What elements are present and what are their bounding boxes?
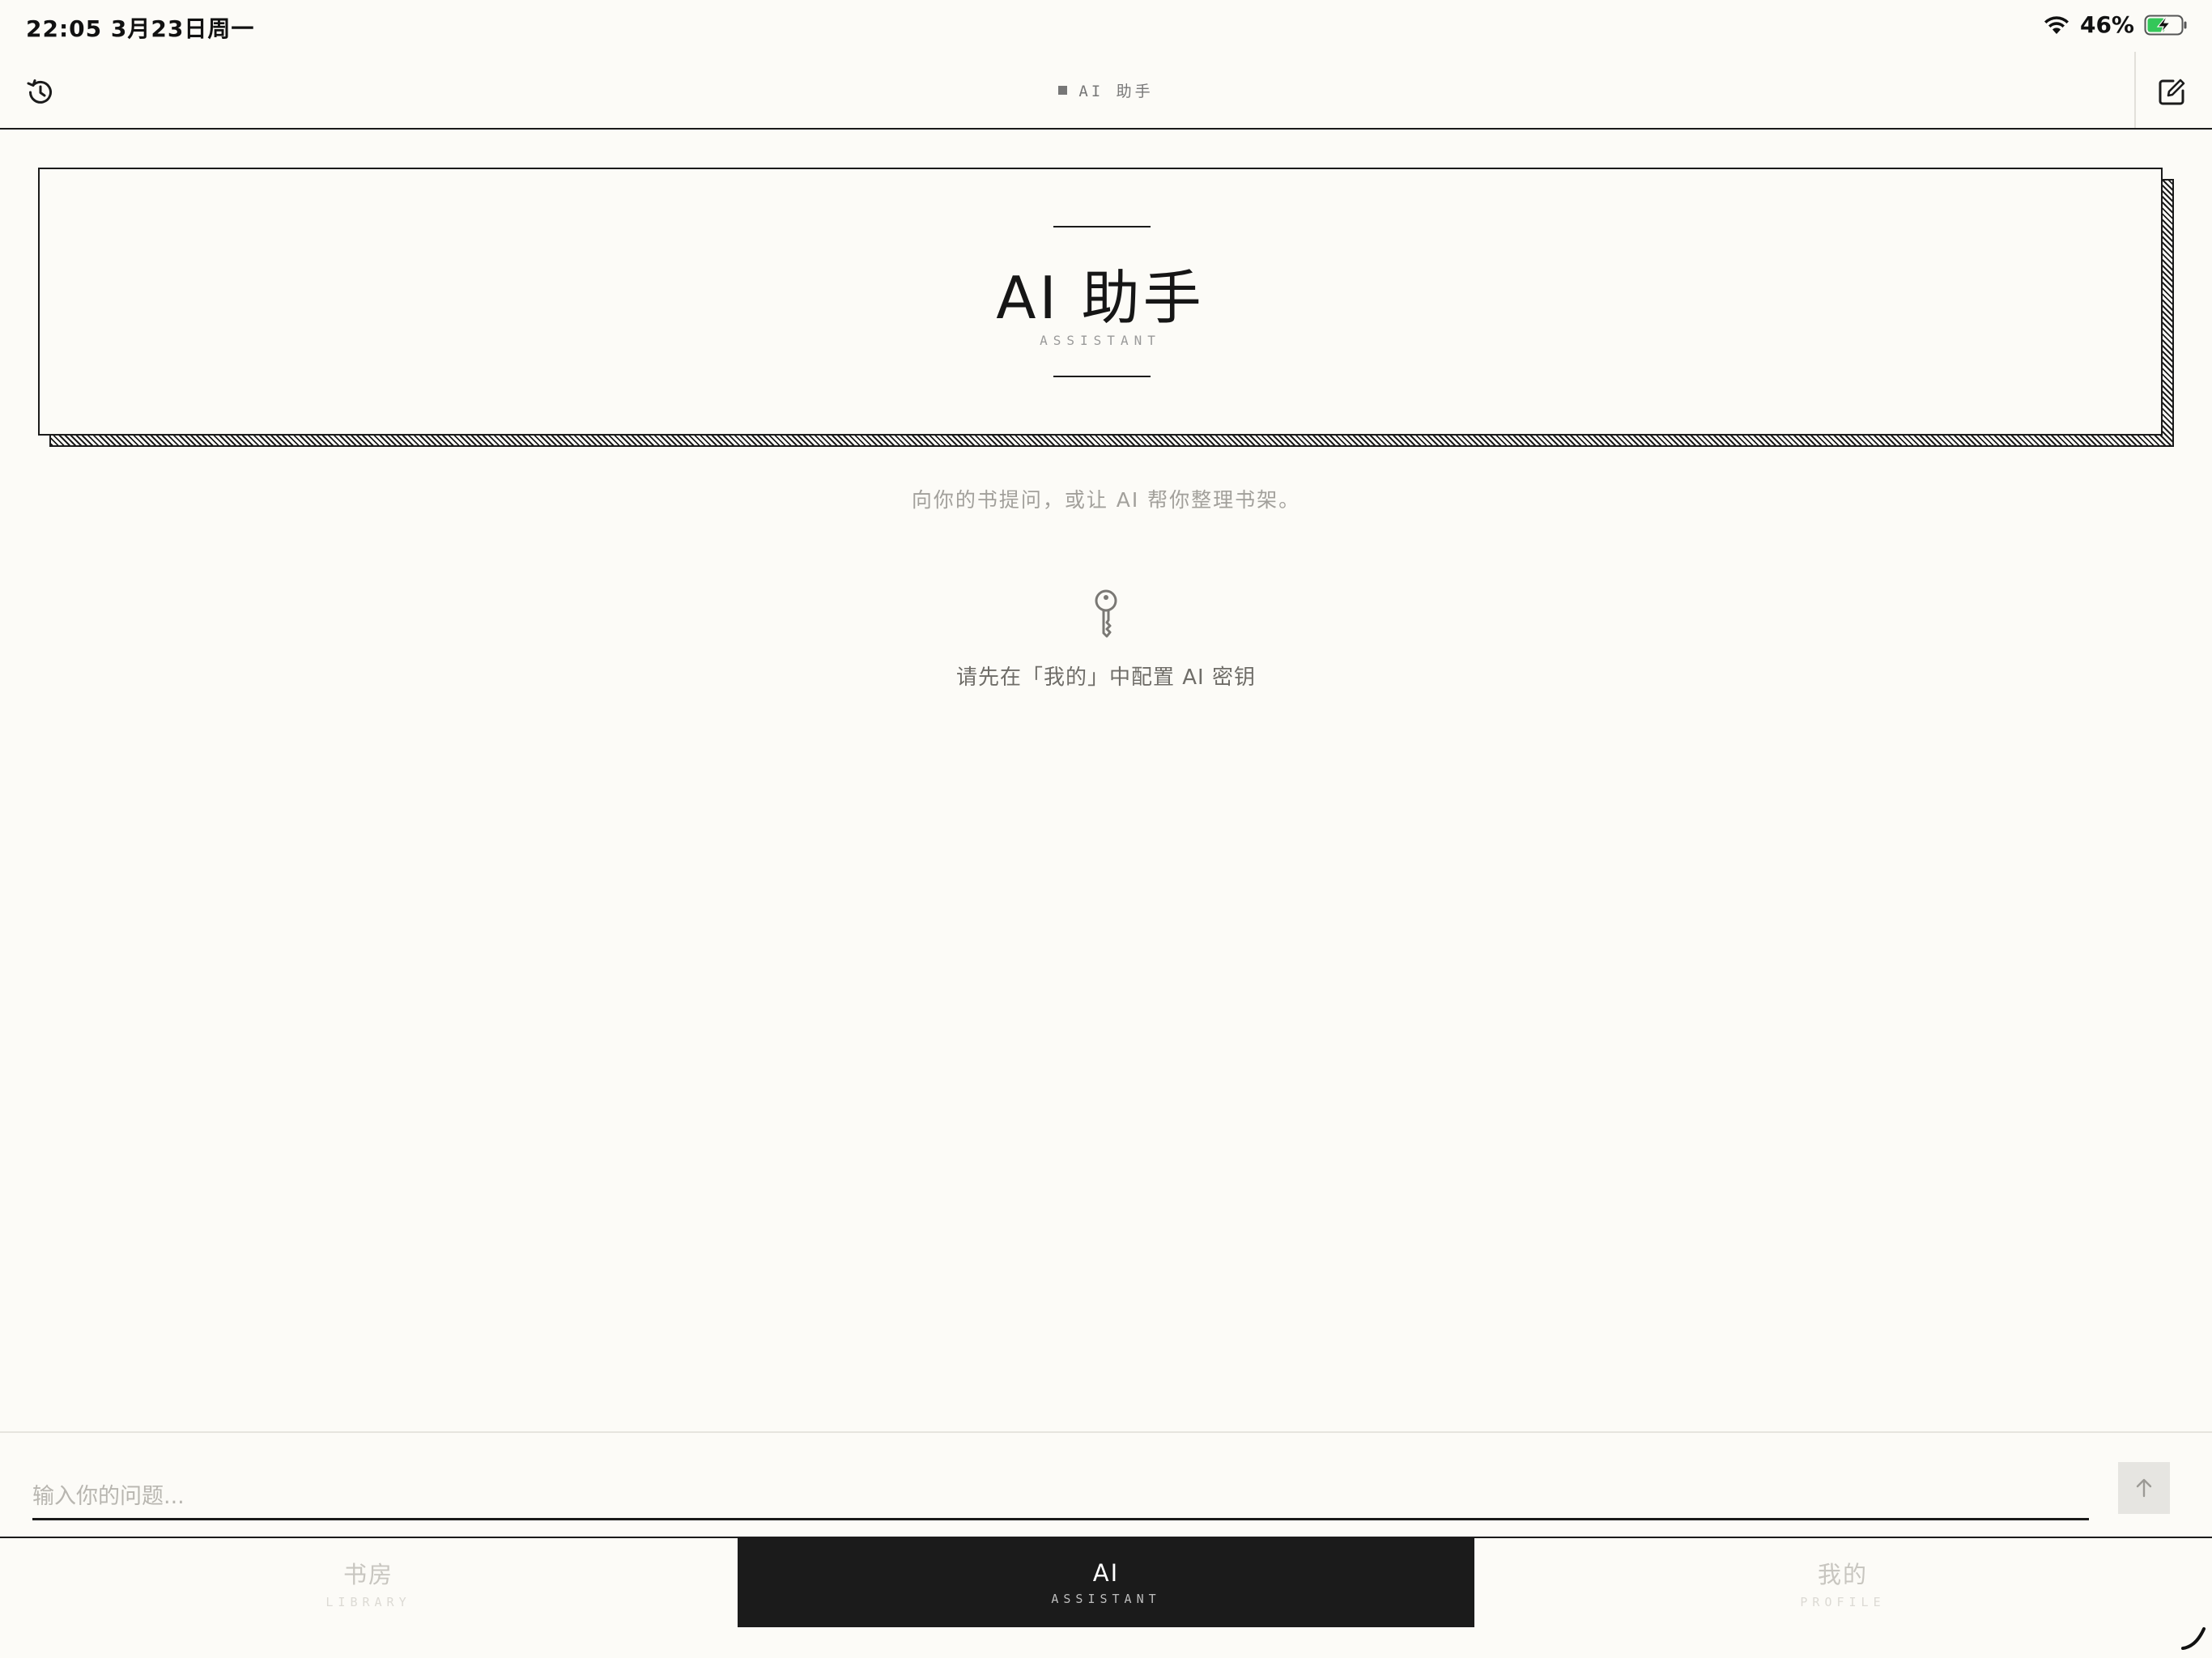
compose-button[interactable] [2152, 73, 2191, 112]
battery-percent: 46% [2079, 11, 2134, 38]
header-subtitle: ASSISTANT [1040, 333, 1161, 348]
tab-label: 书房 [342, 1561, 393, 1588]
tab-sublabel: PROFILE [1800, 1595, 1886, 1609]
header-rule-bottom [1053, 376, 1151, 377]
header-rule-top [1053, 226, 1151, 227]
top-bar: AI 助手 [0, 52, 2212, 130]
tab-sublabel: LIBRARY [325, 1595, 411, 1609]
status-bar: 22:05 3月23日周一 46% [0, 0, 2212, 52]
tab-bar: 书房 LIBRARY AI ASSISTANT 我的 PROFILE [0, 1537, 2212, 1627]
tab-assistant[interactable]: AI ASSISTANT [738, 1538, 1474, 1627]
input-divider [0, 1431, 2212, 1433]
status-indicators: 46% [2043, 11, 2188, 38]
tab-label: 我的 [1817, 1561, 1868, 1588]
battery-charging-icon [2144, 15, 2188, 36]
arrow-up-icon [2136, 1478, 2152, 1498]
header-title: AI 助手 [996, 264, 1205, 332]
nav-title: AI 助手 [0, 79, 2212, 101]
question-input[interactable] [32, 1475, 2089, 1520]
send-button[interactable] [2118, 1462, 2170, 1514]
nav-divider [2134, 52, 2136, 128]
tab-label: AI [1092, 1559, 1120, 1587]
home-indicator-curve-icon [2181, 1627, 2206, 1650]
tab-sublabel: ASSISTANT [1051, 1592, 1161, 1606]
api-key-notice: 请先在「我的」中配置 AI 密钥 [956, 665, 1256, 690]
nav-title-text: AI 助手 [1078, 83, 1154, 100]
status-time: 22:05 3月23日周一 [26, 15, 255, 42]
square-bullet-icon [1058, 86, 1068, 95]
tab-profile[interactable]: 我的 PROFILE [1474, 1538, 2211, 1627]
tab-library[interactable]: 书房 LIBRARY [0, 1538, 737, 1627]
intro-text: 向你的书提问，或让 AI 帮你整理书架。 [911, 488, 1301, 512]
wifi-icon [2043, 15, 2070, 36]
key-icon [1095, 589, 1117, 638]
compose-icon [2159, 79, 2185, 105]
header-card: AI 助手 ASSISTANT [38, 168, 2163, 436]
